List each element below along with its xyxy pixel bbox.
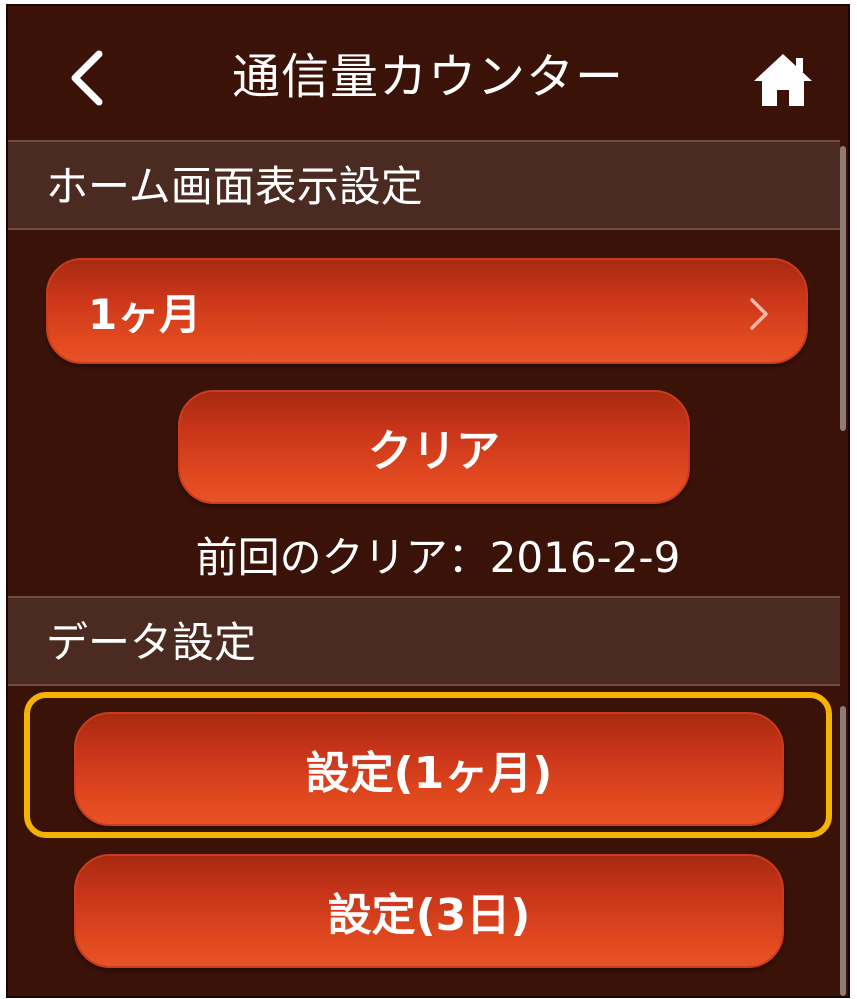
settings-3days-label: 設定(3日) xyxy=(327,890,531,941)
last-clear-date: 前回のクリア：2016-2-9 xyxy=(195,533,681,582)
chevron-right-icon xyxy=(748,296,770,332)
section-header-data-settings: データ設定 xyxy=(8,596,840,686)
settings-1month-label: 設定(1ヶ月) xyxy=(305,748,553,799)
home-icon[interactable] xyxy=(752,52,814,108)
clear-button-label: クリア xyxy=(368,426,500,477)
scrollbar-upper[interactable] xyxy=(840,146,846,431)
back-icon[interactable] xyxy=(63,48,113,108)
period-select-button[interactable]: 1ヶ月 xyxy=(46,258,808,364)
device-screen: 通信量カウンター ホーム画面表示設定 1ヶ月 クリア 前回のクリア：2016-2… xyxy=(6,4,850,998)
scrollbar-lower[interactable] xyxy=(840,706,846,996)
settings-1month-button[interactable]: 設定(1ヶ月) xyxy=(74,712,784,826)
section-header-home-display: ホーム画面表示設定 xyxy=(8,140,840,230)
clear-button[interactable]: クリア xyxy=(178,390,690,504)
title-bar: 通信量カウンター xyxy=(8,6,848,138)
settings-3days-button[interactable]: 設定(3日) xyxy=(74,854,784,968)
period-select-value: 1ヶ月 xyxy=(88,289,202,339)
page-title: 通信量カウンター xyxy=(231,49,624,105)
